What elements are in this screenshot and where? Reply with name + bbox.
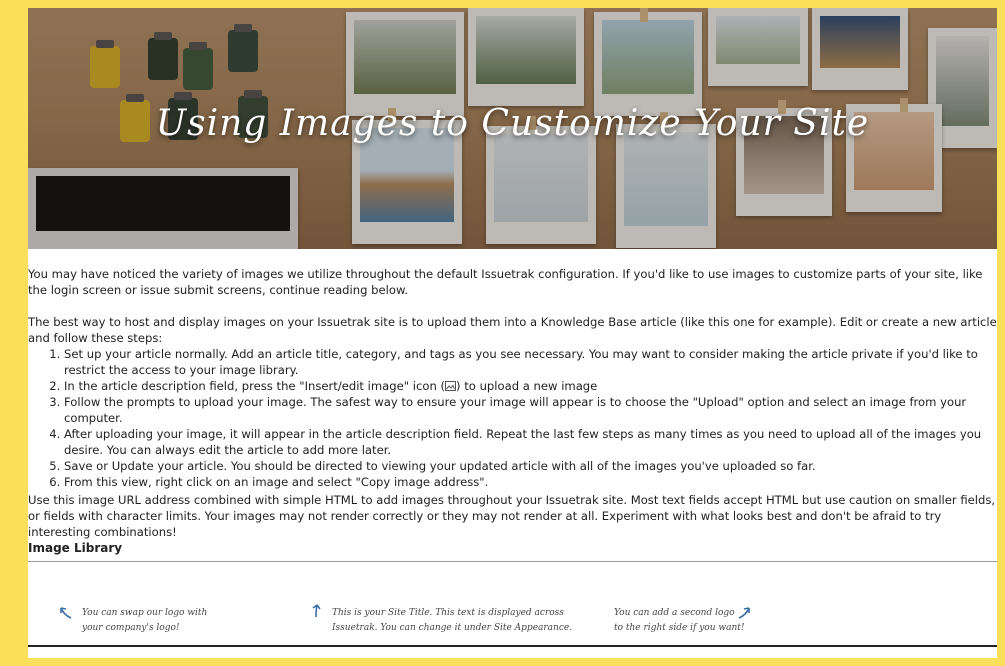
step-item: After uploading your image, it will appe… [64,426,997,458]
step-item: From this view, right click on an image … [64,474,997,490]
step-item: Save or Update your article. You should … [64,458,997,474]
site-title-note: This is your Site Title. This text is di… [332,608,573,633]
step-2-tail: ) to upload a new image [456,379,598,393]
arrow-up-right-icon [738,607,750,619]
hero-title: Using Images to Customize Your Site [155,103,870,144]
arrow-up-left-icon [60,607,72,619]
logo-note: You can swap our logo with your company'… [82,608,208,633]
insert-image-icon [445,381,457,391]
steps-list: Set up your article normally. Add an art… [28,346,997,490]
divider [28,561,997,562]
image-library-heading: Image Library [28,541,123,555]
step-item: Set up your article normally. Add an art… [64,346,997,378]
arrow-up-left-icon [312,604,321,618]
article-body: You may have noticed the variety of imag… [28,266,997,540]
usage-paragraph: Use this image URL address combined with… [28,493,996,539]
step-2-text: In the article description field, press … [64,379,446,393]
step-item: Follow the prompts to upload your image.… [64,394,997,426]
article-frame: Using Images to Customize Your Site You … [28,8,997,658]
footer-rule [28,645,997,647]
hero-banner: Using Images to Customize Your Site [28,8,997,249]
hosting-paragraph: The best way to host and display images … [28,315,997,345]
intro-paragraph: You may have noticed the variety of imag… [28,267,983,297]
second-logo-note: You can add a second logo to the right s… [614,608,745,633]
step-item: In the article description field, press … [64,378,997,394]
